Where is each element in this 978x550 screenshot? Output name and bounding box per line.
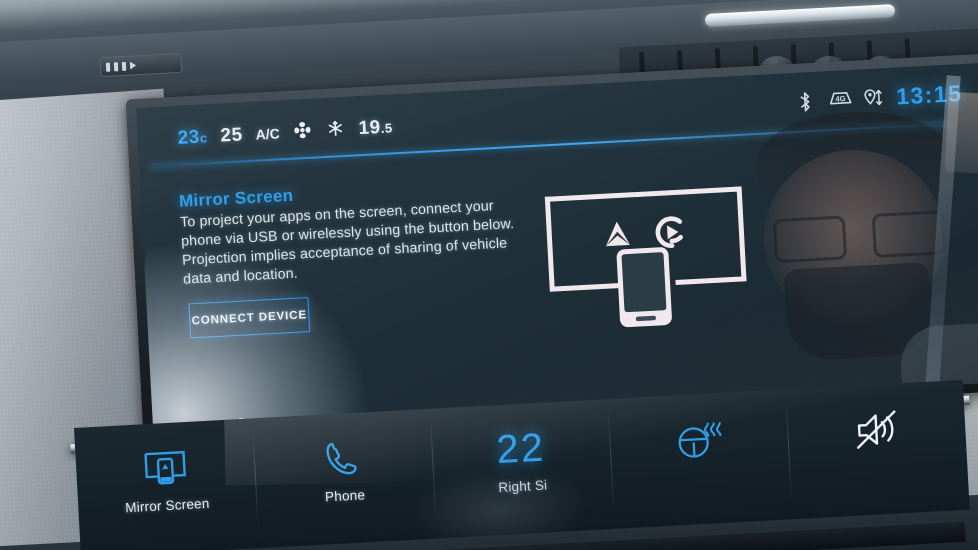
android-auto-icon bbox=[606, 221, 630, 247]
phone-icon bbox=[616, 247, 672, 328]
fan-icon[interactable] bbox=[292, 120, 313, 141]
bluetooth-icon[interactable] bbox=[794, 91, 816, 113]
ac-label[interactable]: A/C bbox=[255, 125, 280, 142]
mirror-screen-icon bbox=[141, 444, 189, 492]
location-data-icon[interactable] bbox=[862, 87, 884, 109]
right-side-temp-value: 22 bbox=[495, 425, 547, 473]
dashboard-button-cluster[interactable] bbox=[99, 52, 183, 78]
4g-icon[interactable]: 4G bbox=[828, 89, 852, 111]
tab-mute[interactable] bbox=[785, 380, 970, 519]
tab-right-side-label: Right Si bbox=[498, 477, 548, 496]
car-dashboard-photo: 23c 25 A/C 19.5 4G 13:15 Mirror Screen T… bbox=[0, 0, 978, 550]
left-temperature[interactable]: 23c bbox=[177, 126, 208, 150]
phone-icon bbox=[322, 434, 364, 482]
defrost-icon[interactable] bbox=[325, 118, 346, 139]
climate-status[interactable]: 23c 25 A/C 19.5 bbox=[177, 112, 393, 149]
connect-device-label: CONNECT DEVICE bbox=[191, 308, 308, 327]
page-description: To project your apps on the screen, conn… bbox=[179, 198, 515, 288]
connect-device-button[interactable]: CONNECT DEVICE bbox=[188, 297, 311, 339]
tab-phone[interactable]: Phone bbox=[252, 409, 437, 548]
fan-speed-value[interactable]: 25 bbox=[220, 124, 243, 147]
clock: 13:15 bbox=[895, 80, 964, 110]
tab-right-side-temperature[interactable]: 22 Right Si bbox=[429, 399, 614, 538]
tab-phone-label: Phone bbox=[324, 487, 366, 505]
infotainment-screen[interactable]: 23c 25 A/C 19.5 4G 13:15 Mirror Screen T… bbox=[125, 53, 978, 438]
svg-text:4G: 4G bbox=[835, 94, 846, 104]
tab-heated-steering-wheel[interactable] bbox=[607, 389, 792, 528]
mirror-screen-illustration bbox=[533, 180, 760, 337]
mute-icon bbox=[852, 405, 900, 453]
heated-steering-wheel-icon bbox=[671, 415, 725, 464]
right-temperature[interactable]: 19.5 bbox=[358, 116, 393, 140]
tab-mirror-screen[interactable]: Mirror Screen bbox=[74, 418, 259, 550]
status-icons: 4G 13:15 bbox=[794, 80, 964, 116]
tab-mirror-screen-label: Mirror Screen bbox=[124, 495, 210, 516]
screen-surface[interactable]: 23c 25 A/C 19.5 4G 13:15 Mirror Screen T… bbox=[136, 62, 978, 428]
carplay-icon bbox=[655, 216, 683, 248]
